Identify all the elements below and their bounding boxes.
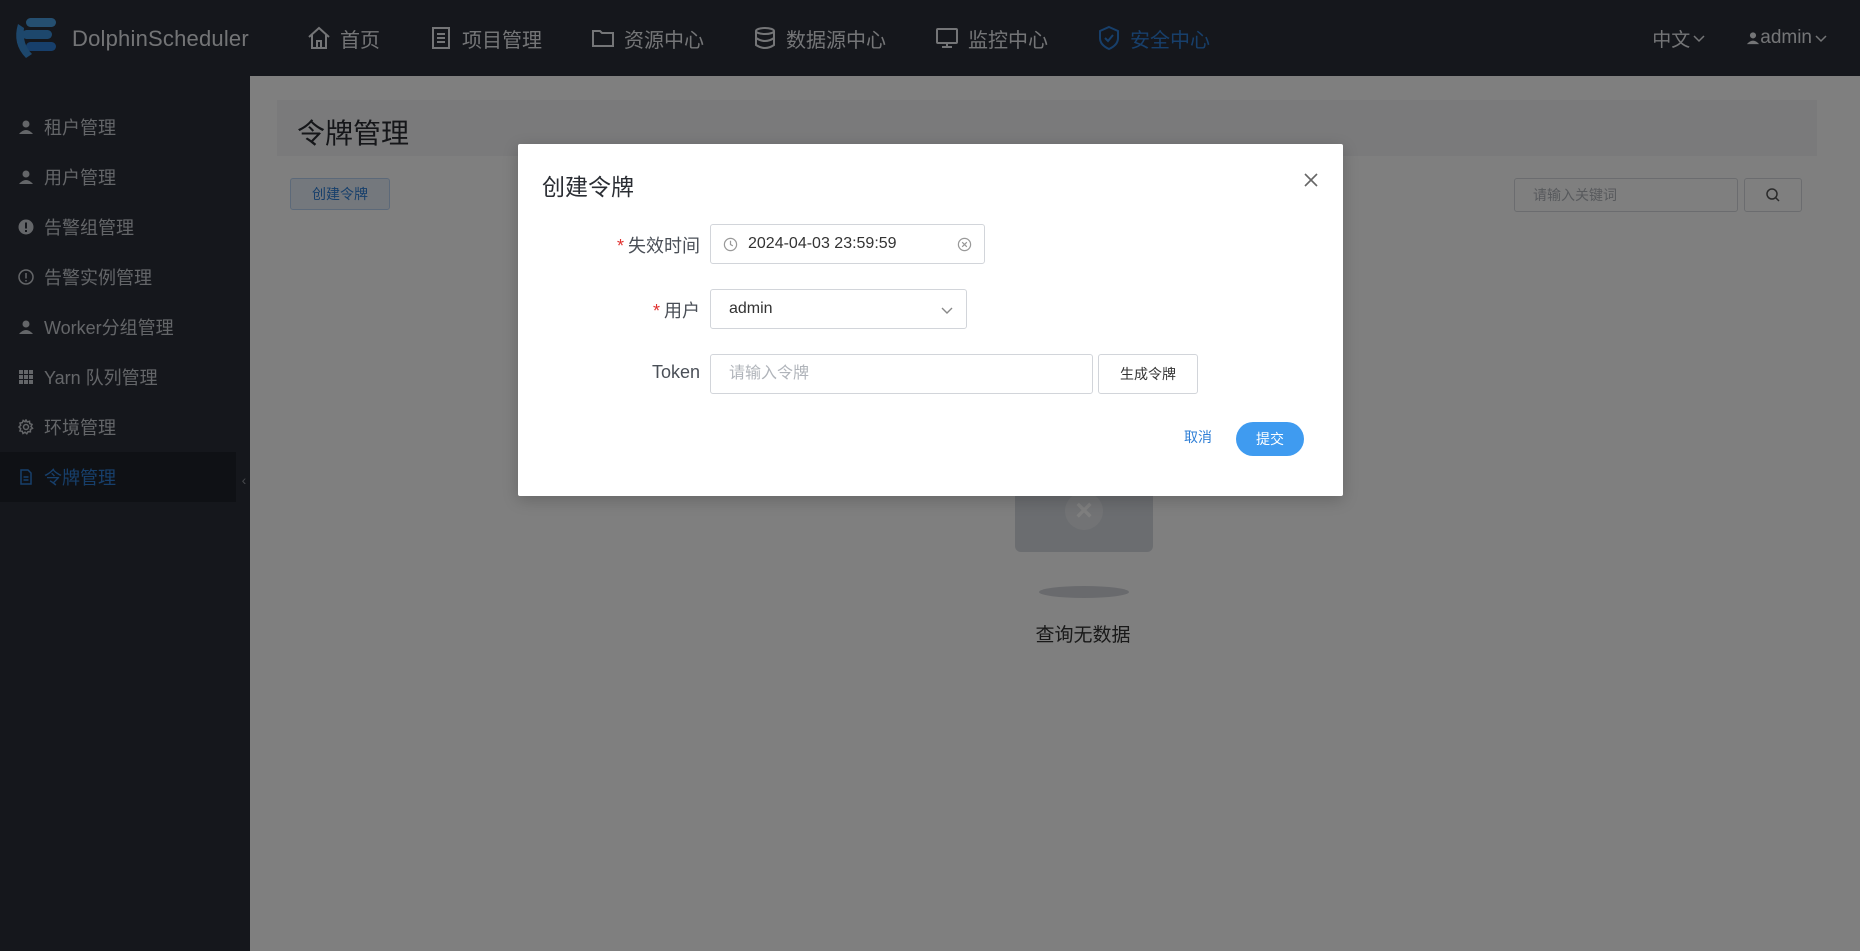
clear-icon[interactable] (957, 237, 972, 252)
expire-time-label: * 失效时间 (518, 232, 700, 258)
chevron-down-icon (941, 307, 953, 314)
user-label-text: 用户 (664, 301, 700, 321)
expire-time-value: 2024-04-03 23:59:59 (748, 235, 897, 252)
cancel-button[interactable]: 取消 (1168, 420, 1228, 454)
required-mark: * (616, 236, 624, 256)
create-token-dialog: 创建令牌 * 失效时间 2024-04-03 23:59:59 * 用户 admin… (518, 144, 1343, 496)
user-label: * 用户 (518, 297, 700, 323)
token-input[interactable] (710, 354, 1093, 394)
user-select-value: admin (729, 300, 773, 317)
token-label: Token (651, 362, 700, 382)
expire-time-label-text: 失效时间 (628, 236, 700, 256)
required-mark: * (652, 301, 660, 321)
dialog-title: 创建令牌 (542, 174, 634, 200)
close-icon[interactable] (1301, 170, 1321, 190)
generate-token-button[interactable]: 生成令牌 (1098, 354, 1198, 394)
expire-time-picker[interactable]: 2024-04-03 23:59:59 (710, 224, 985, 264)
submit-button[interactable]: 提交 (1236, 422, 1304, 456)
user-select[interactable]: admin (710, 289, 967, 329)
clock-icon (723, 237, 738, 251)
